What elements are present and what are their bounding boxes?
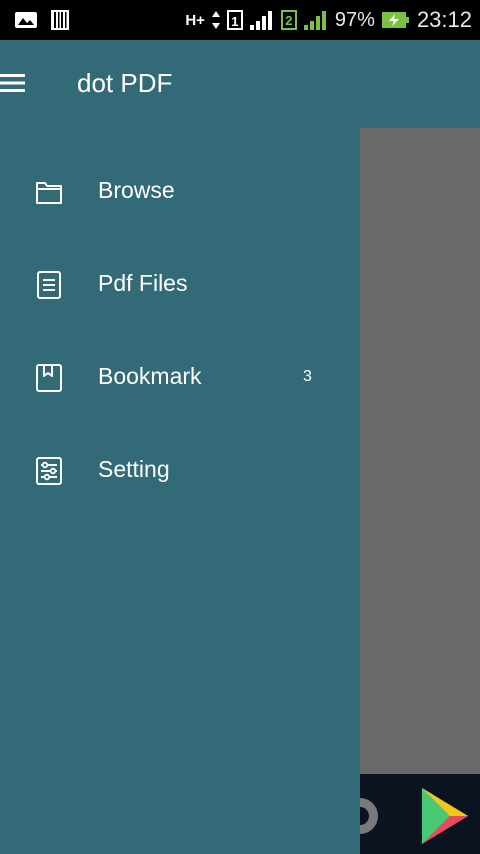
barcode-notification-icon xyxy=(51,10,69,30)
data-arrows-icon xyxy=(211,11,220,29)
app-title: dot PDF xyxy=(77,68,173,98)
menu-item-label: Pdf Files xyxy=(98,270,188,296)
hamburger-menu-icon[interactable] xyxy=(0,71,26,95)
drawer-menu: Browse Pdf Files Bookmark 3 Setting xyxy=(0,146,360,518)
menu-item-bookmark[interactable]: Bookmark 3 xyxy=(0,332,360,425)
menu-item-label: Bookmark xyxy=(98,363,202,389)
play-store-icon[interactable] xyxy=(418,786,472,846)
battery-percent: 97% xyxy=(334,8,375,31)
clock: 23:12 xyxy=(416,7,472,32)
menu-item-label: Setting xyxy=(98,456,170,482)
signal-sim1-icon xyxy=(249,11,272,30)
gallery-notification-icon xyxy=(15,12,37,28)
sim1-badge: 1 xyxy=(226,10,243,30)
network-type: H+ xyxy=(185,11,205,29)
battery-charging-icon xyxy=(381,12,409,28)
drawer-header: dot PDF xyxy=(0,40,360,128)
signal-sim2-icon xyxy=(303,11,326,30)
menu-item-pdf-files[interactable]: Pdf Files xyxy=(0,239,360,332)
folder-icon xyxy=(36,182,62,204)
status-bar: H+ 1 2 97% 23:12 xyxy=(0,0,480,40)
bookmark-icon xyxy=(36,364,62,392)
menu-item-label: Browse xyxy=(98,177,175,203)
navigation-drawer: dot PDF Browse Pdf Files Bookmark 3 Sett… xyxy=(0,40,360,854)
sim2-badge: 2 xyxy=(280,10,297,30)
settings-sliders-icon xyxy=(36,457,62,485)
menu-item-browse[interactable]: Browse xyxy=(0,146,360,239)
menu-item-setting[interactable]: Setting xyxy=(0,425,360,518)
bookmark-count-badge: 3 xyxy=(303,368,312,385)
document-icon xyxy=(37,271,61,299)
